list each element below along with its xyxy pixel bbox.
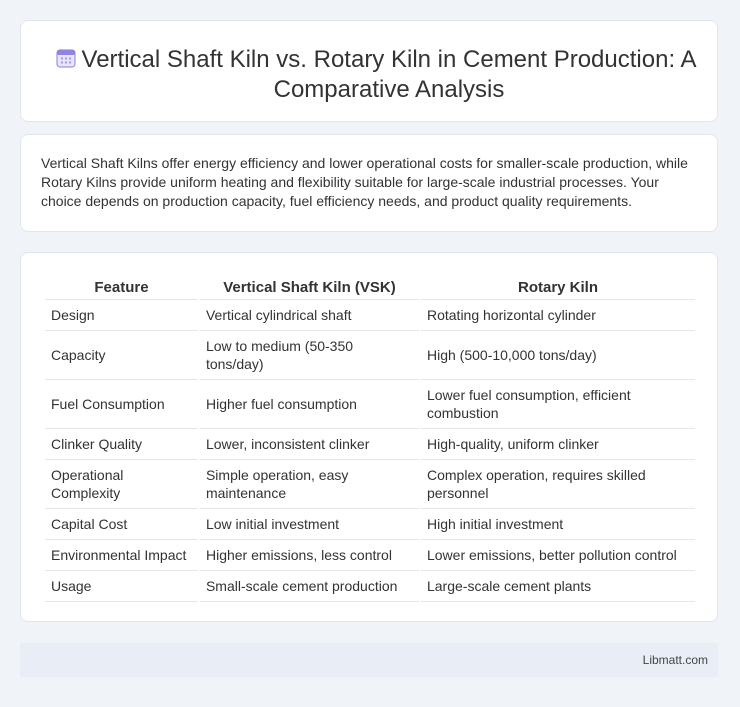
cell-rotary: Lower emissions, better pollution contro…	[420, 540, 695, 571]
table-row: Environmental Impact Higher emissions, l…	[45, 540, 695, 571]
table-row: Usage Small-scale cement production Larg…	[45, 571, 695, 602]
cell-feature: Environmental Impact	[45, 540, 198, 571]
cell-feature: Capital Cost	[45, 509, 198, 540]
page-title: Vertical Shaft Kiln vs. Rotary Kiln in C…	[81, 46, 697, 103]
title-card: Vertical Shaft Kiln vs. Rotary Kiln in C…	[20, 20, 718, 122]
column-header-vsk: Vertical Shaft Kiln (VSK)	[199, 277, 419, 300]
cell-vsk: Vertical cylindrical shaft	[199, 300, 419, 331]
cell-vsk: Higher emissions, less control	[199, 540, 419, 571]
cell-vsk: Low to medium (50-350 tons/day)	[199, 331, 419, 380]
cell-feature: Operational Complexity	[45, 460, 198, 509]
cell-feature: Clinker Quality	[45, 429, 198, 460]
table-row: Fuel Consumption Higher fuel consumption…	[45, 380, 695, 429]
cell-vsk: Higher fuel consumption	[199, 380, 419, 429]
cell-rotary: High-quality, uniform clinker	[420, 429, 695, 460]
cell-feature: Design	[45, 300, 198, 331]
summary-card: Vertical Shaft Kilns offer energy effici…	[20, 134, 718, 232]
table-row: Clinker Quality Lower, inconsistent clin…	[45, 429, 695, 460]
cell-vsk: Low initial investment	[199, 509, 419, 540]
cell-feature: Capacity	[45, 331, 198, 380]
cell-vsk: Lower, inconsistent clinker	[199, 429, 419, 460]
comparison-table: Feature Vertical Shaft Kiln (VSK) Rotary…	[43, 277, 697, 602]
cell-vsk: Simple operation, easy maintenance	[199, 460, 419, 509]
cell-rotary: Lower fuel consumption, efficient combus…	[420, 380, 695, 429]
cell-rotary: Complex operation, requires skilled pers…	[420, 460, 695, 509]
footer: Libmatt.com	[20, 643, 718, 677]
cell-feature: Usage	[45, 571, 198, 602]
summary-text: Vertical Shaft Kilns offer energy effici…	[41, 155, 688, 209]
table-row: Design Vertical cylindrical shaft Rotati…	[45, 300, 695, 331]
table-row: Operational Complexity Simple operation,…	[45, 460, 695, 509]
comparison-table-card: Feature Vertical Shaft Kiln (VSK) Rotary…	[20, 252, 718, 622]
cell-rotary: High initial investment	[420, 509, 695, 540]
column-header-feature: Feature	[45, 277, 198, 300]
cell-rotary: Large-scale cement plants	[420, 571, 695, 602]
cell-rotary: High (500-10,000 tons/day)	[420, 331, 695, 380]
cell-rotary: Rotating horizontal cylinder	[420, 300, 695, 331]
table-header-row: Feature Vertical Shaft Kiln (VSK) Rotary…	[45, 277, 695, 300]
table-row: Capacity Low to medium (50-350 tons/day)…	[45, 331, 695, 380]
footer-brand[interactable]: Libmatt.com	[643, 653, 708, 667]
table-row: Capital Cost Low initial investment High…	[45, 509, 695, 540]
column-header-rotary: Rotary Kiln	[420, 277, 695, 300]
cell-vsk: Small-scale cement production	[199, 571, 419, 602]
cell-feature: Fuel Consumption	[45, 380, 198, 429]
